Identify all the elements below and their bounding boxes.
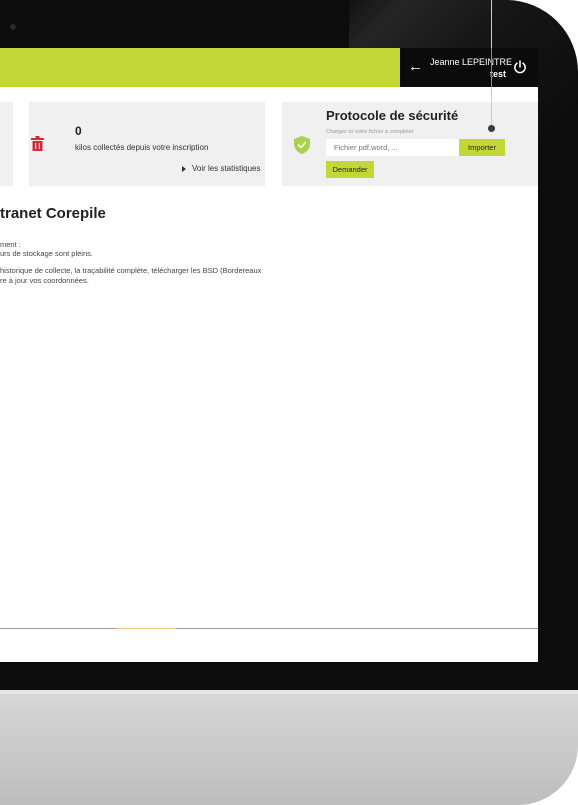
collected-label: kilos collectés depuis votre inscription <box>75 143 209 152</box>
request-button[interactable]: Demander <box>326 161 374 178</box>
shield-check-icon <box>294 136 310 154</box>
intro-line-3: historique de collecte, la traçabilité c… <box>0 266 262 275</box>
monitor-chin <box>0 690 578 805</box>
trash-icon <box>31 136 44 151</box>
screen: ← Jeanne LEPEINTRE test 0 kilos collecté… <box>0 48 538 662</box>
security-title: Protocole de sécurité <box>326 108 459 123</box>
power-icon[interactable] <box>512 59 528 75</box>
back-arrow-icon[interactable]: ← <box>408 58 424 76</box>
security-hint: Chargez ici votre fichier à compléter <box>326 129 414 135</box>
file-input[interactable] <box>326 139 459 156</box>
camera-icon <box>10 24 16 30</box>
page-title: tranet Corepile <box>0 205 106 222</box>
collected-card: 0 kilos collectés depuis votre inscripti… <box>29 102 265 186</box>
stats-link-label: Voir les statistiques <box>192 164 261 173</box>
collected-count: 0 <box>75 124 82 138</box>
annotation-line-overlay <box>491 48 492 87</box>
annotation-dot <box>488 125 495 132</box>
user-company: test <box>489 69 506 79</box>
triangle-right-icon <box>182 165 186 172</box>
footer-accent <box>116 628 176 629</box>
card-partial <box>0 102 13 186</box>
user-name: Jeanne LEPEINTRE <box>430 57 513 67</box>
intro-line-4: re à jour vos coordonnées. <box>0 276 89 285</box>
chin-edge <box>0 690 578 694</box>
intro-line-2: urs de stockage sont pleins. <box>0 249 93 258</box>
user-bar: ← Jeanne LEPEINTRE test <box>400 48 538 87</box>
footer-divider <box>0 628 538 629</box>
import-button[interactable]: Importer <box>459 139 505 156</box>
security-card: Protocole de sécurité Chargez ici votre … <box>282 102 538 186</box>
stats-link[interactable]: Voir les statistiques <box>182 164 260 173</box>
